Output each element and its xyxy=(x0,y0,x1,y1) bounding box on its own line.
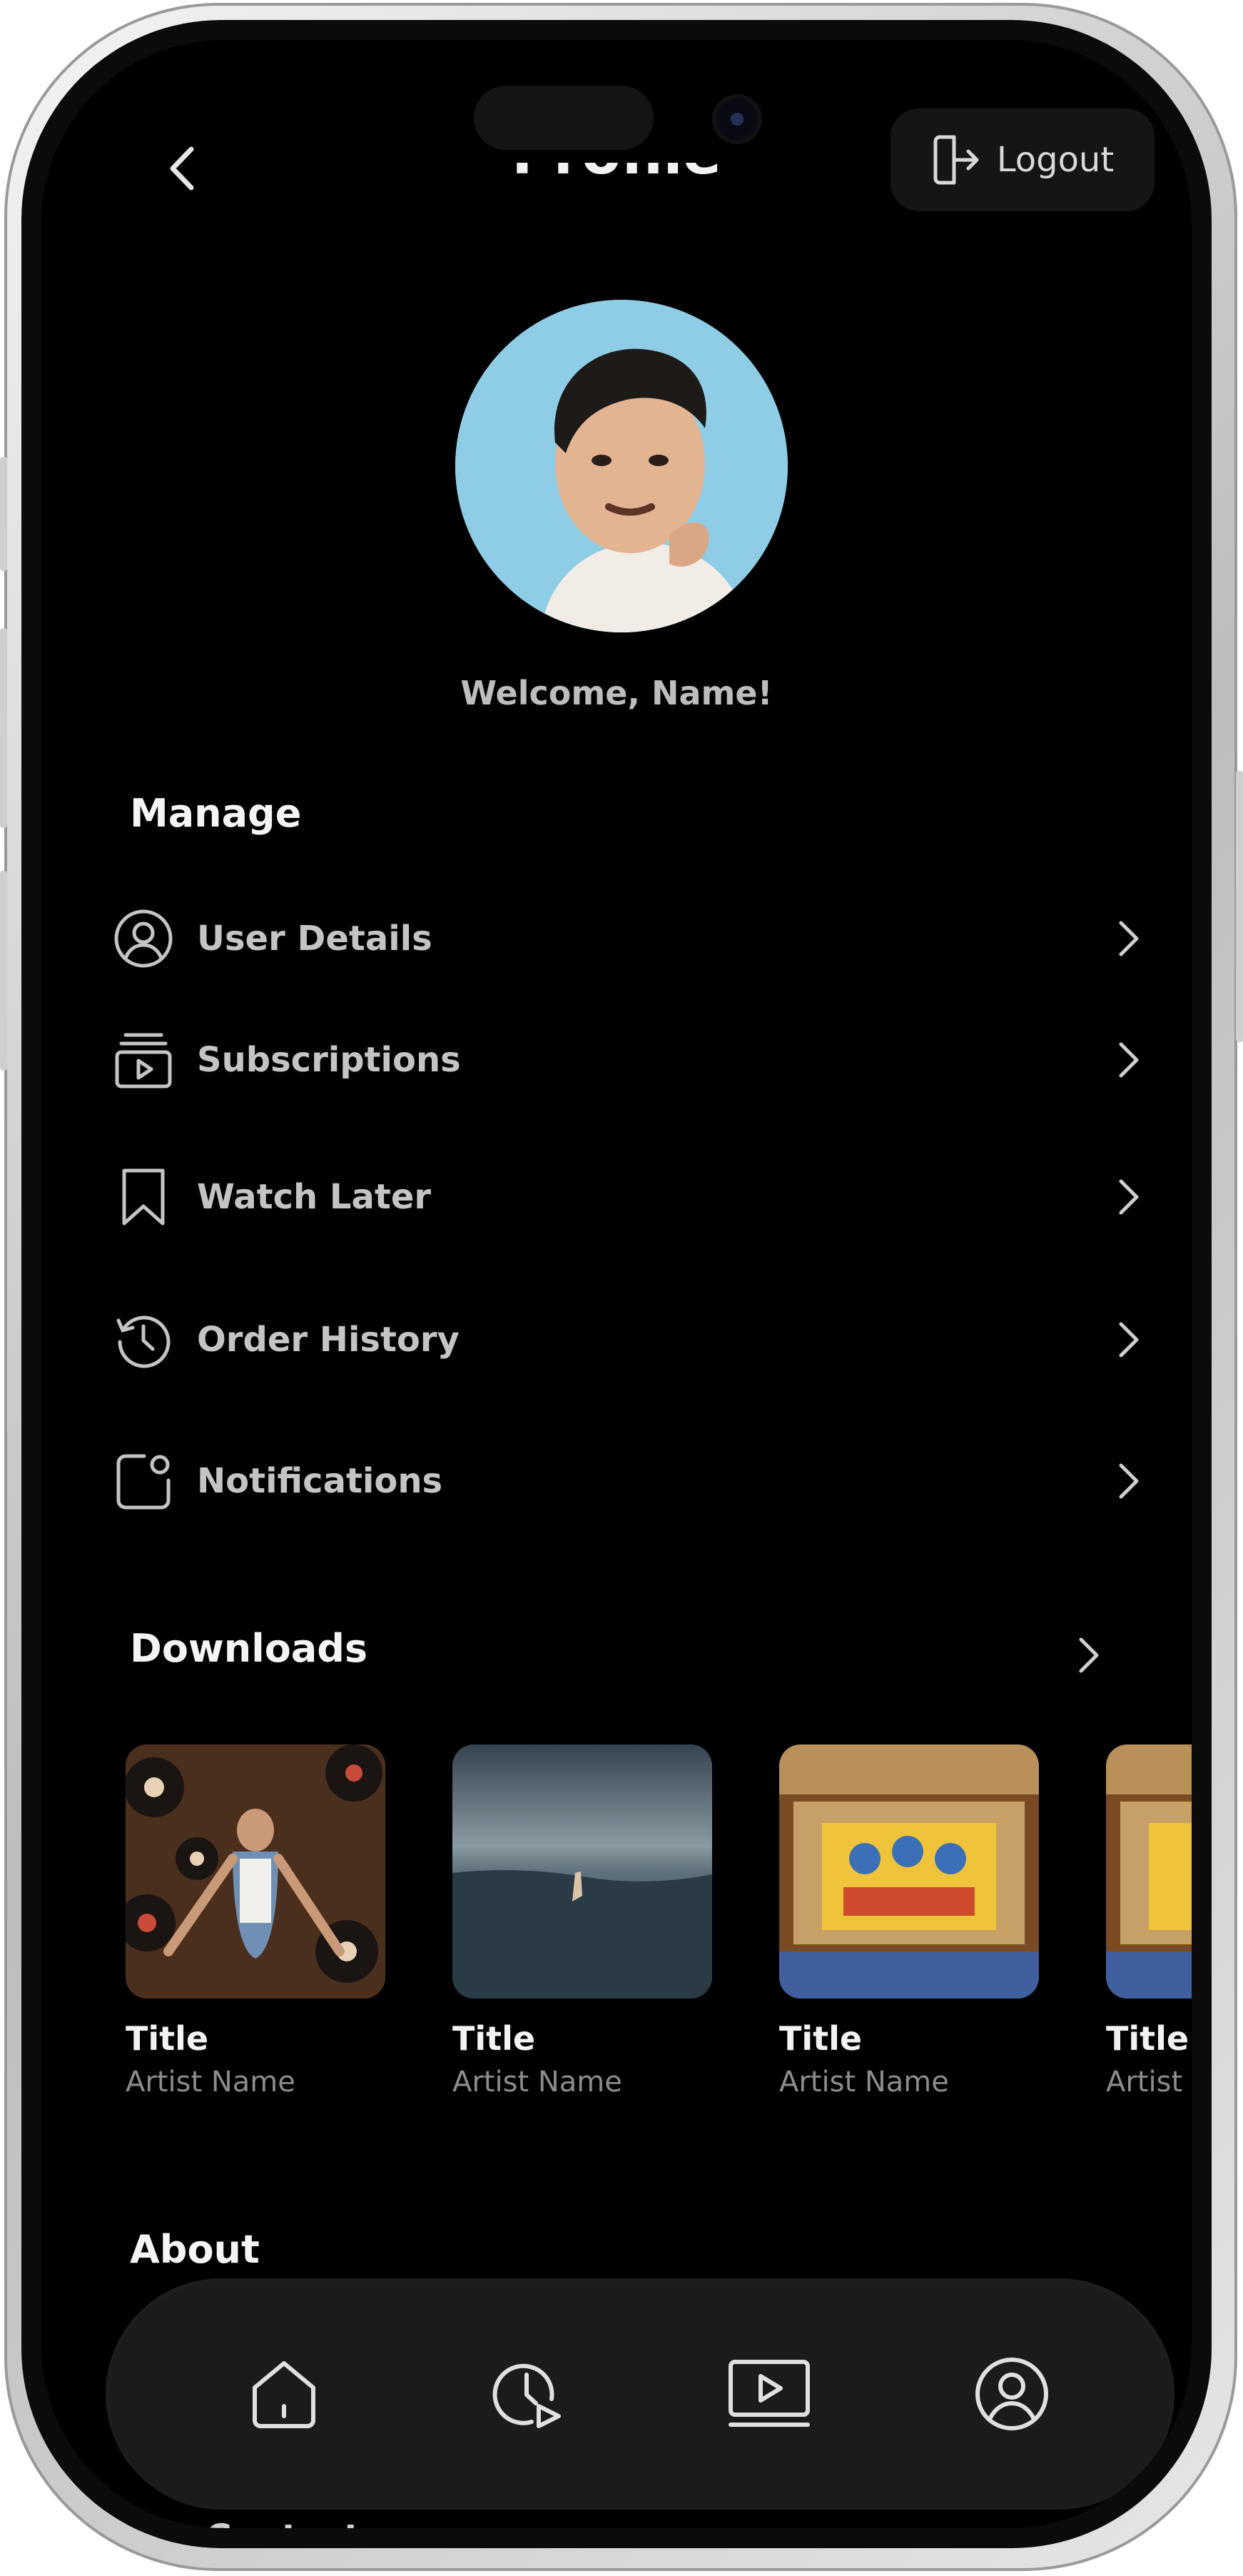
chevron-right-icon xyxy=(1103,1172,1153,1222)
home-icon xyxy=(253,2361,315,2428)
downloads-see-all-button[interactable] xyxy=(1063,1630,1113,1680)
side-button xyxy=(0,628,7,828)
download-thumbnail xyxy=(1106,1744,1192,1999)
download-thumbnail xyxy=(452,1744,712,1999)
chevron-right-icon xyxy=(1079,1637,1099,1673)
bottom-nav xyxy=(106,2278,1174,2510)
bookmark-icon xyxy=(111,1165,176,1229)
about-heading: About xyxy=(130,2227,260,2272)
menu-item-label: Order History xyxy=(197,1320,460,1360)
logout-label: Logout xyxy=(996,140,1115,180)
logout-button[interactable]: Logout xyxy=(891,108,1155,211)
download-item[interactable]: Title Artist Name xyxy=(452,1744,712,2101)
dynamic-island xyxy=(474,86,654,150)
avatar[interactable] xyxy=(455,300,788,632)
nav-home-button[interactable] xyxy=(241,2351,327,2437)
chevron-right-icon xyxy=(1103,1315,1153,1365)
download-title: Title xyxy=(126,2019,209,2058)
contact-us-link[interactable]: Contact us xyxy=(206,2517,420,2528)
user-circle-icon xyxy=(111,906,176,971)
video-library-icon xyxy=(729,2360,810,2427)
camera-icon xyxy=(716,99,758,140)
download-artist: Artist Name xyxy=(452,2066,622,2098)
menu-item-notifications[interactable]: Notifications xyxy=(111,1428,1153,1535)
menu-item-subscriptions[interactable]: Subscriptions xyxy=(111,1006,1153,1113)
download-thumbnail xyxy=(126,1744,385,1999)
avatar-portrait xyxy=(455,300,788,632)
history-play-icon xyxy=(492,2363,561,2428)
menu-item-label: Watch Later xyxy=(197,1177,432,1217)
chevron-left-icon xyxy=(170,146,194,191)
menu-item-user-details[interactable]: User Details xyxy=(111,885,1153,992)
side-button xyxy=(0,457,7,571)
download-title: Title xyxy=(779,2019,863,2058)
profile-icon xyxy=(975,2358,1048,2430)
chevron-right-icon xyxy=(1103,1456,1153,1506)
download-thumbnail xyxy=(779,1744,1039,1999)
back-button[interactable] xyxy=(148,133,220,204)
nav-history-button[interactable] xyxy=(484,2351,569,2437)
downloads-heading: Downloads xyxy=(130,1626,368,1671)
download-item-clip: Title Artist Name xyxy=(1106,1744,1192,2130)
menu-item-label: Notifications xyxy=(197,1461,443,1501)
download-item[interactable]: Title Artist Name xyxy=(1106,1744,1192,2101)
side-button xyxy=(1236,771,1243,1042)
logout-icon xyxy=(933,135,979,185)
menu-item-watch-later[interactable]: Watch Later xyxy=(111,1143,1153,1251)
menu-item-label: User Details xyxy=(197,919,432,959)
chevron-right-icon xyxy=(1103,1035,1153,1085)
nav-videos-button[interactable] xyxy=(726,2351,812,2437)
welcome-text: Welcome, Name! xyxy=(460,674,773,712)
notification-icon xyxy=(111,1449,176,1513)
download-title: Title xyxy=(452,2019,536,2058)
menu-item-order-history[interactable]: Order History xyxy=(111,1286,1153,1393)
nav-profile-button[interactable] xyxy=(969,2351,1055,2437)
download-title: Title xyxy=(1106,2019,1189,2058)
download-artist: Artist Name xyxy=(1106,2066,1192,2098)
download-item[interactable]: Title Artist Name xyxy=(126,1744,385,2101)
menu-item-label: Subscriptions xyxy=(197,1040,461,1080)
download-item[interactable]: Title Artist Name xyxy=(779,1744,1039,2101)
chevron-right-icon xyxy=(1103,914,1153,964)
screen: Profile Logout Welcome, Name! Manage Use… xyxy=(41,40,1192,2528)
history-icon xyxy=(111,1308,176,1372)
side-button xyxy=(0,871,7,1071)
download-artist: Artist Name xyxy=(126,2066,295,2098)
manage-heading: Manage xyxy=(130,791,302,836)
download-artist: Artist Name xyxy=(779,2066,949,2098)
subscriptions-icon xyxy=(111,1028,176,1092)
